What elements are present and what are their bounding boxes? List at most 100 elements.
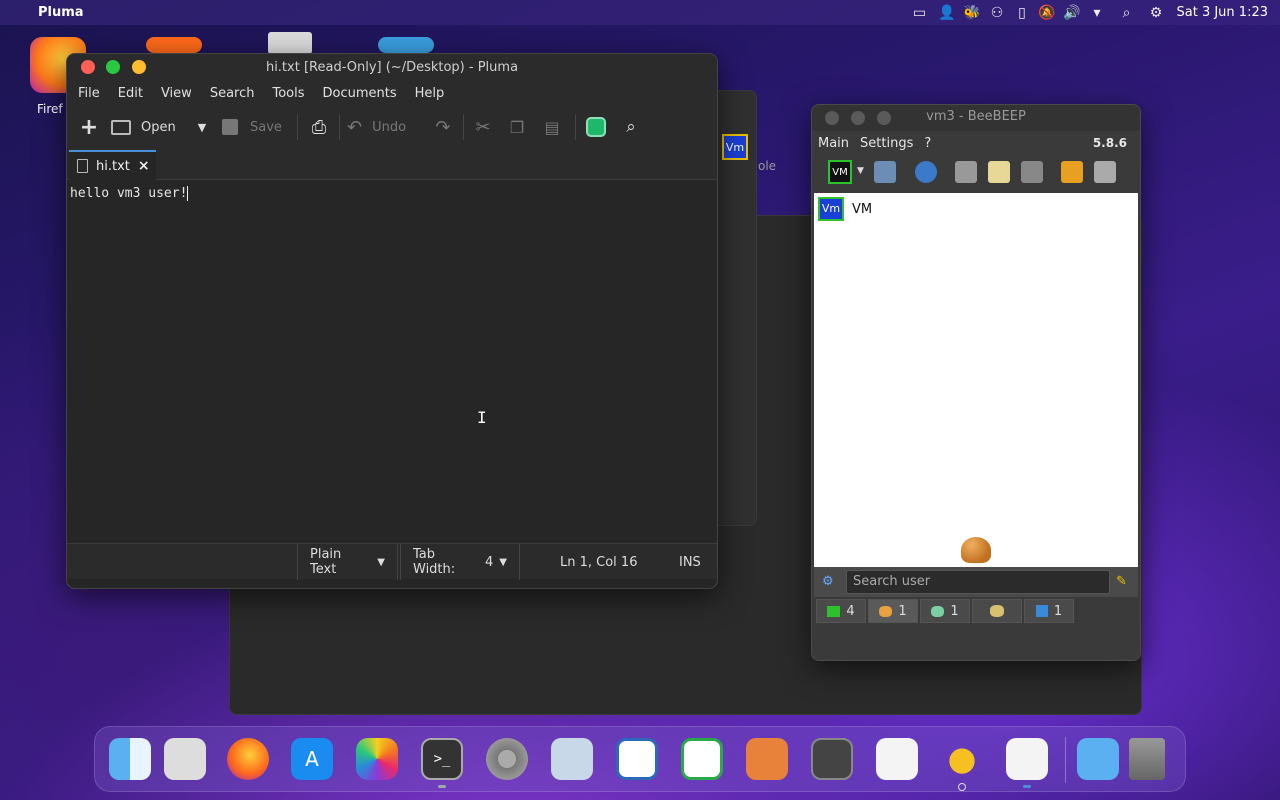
message-icon[interactable]: [955, 161, 977, 183]
tab-chats[interactable]: 4: [816, 599, 866, 623]
desktop-app-icon[interactable]: [146, 37, 202, 53]
document-desktop-icon[interactable]: [268, 32, 312, 54]
clock[interactable]: Sat 3 Jun 1:23: [1177, 5, 1269, 20]
list-item[interactable]: Vm VM: [818, 197, 872, 221]
profile-edit-icon[interactable]: [874, 161, 896, 183]
menu-search[interactable]: Search: [201, 86, 264, 101]
pluma-titlebar[interactable]: hi.txt [Read-Only] (~/Desktop) - Pluma: [67, 54, 717, 80]
save-button[interactable]: Save: [222, 106, 290, 148]
tab-width-selector[interactable]: Tab Width: 4 ▼: [400, 544, 520, 580]
control-center-icon[interactable]: ⚙: [1144, 5, 1169, 21]
clear-search-icon[interactable]: ✎: [1116, 574, 1127, 589]
minimize-button[interactable]: [851, 111, 865, 125]
user-icon[interactable]: 👤: [935, 5, 960, 21]
new-document-button[interactable]: +: [75, 106, 103, 148]
print-button[interactable]: ⎙: [305, 106, 333, 148]
firefox-icon[interactable]: [227, 738, 269, 780]
image-capture-icon[interactable]: [551, 738, 593, 780]
maximize-button[interactable]: [132, 60, 146, 74]
beebeep-toolbar: VM ▼: [812, 155, 1140, 191]
copy-icon[interactable]: ❐: [503, 106, 531, 148]
search-icon[interactable]: ⌕: [1110, 5, 1144, 21]
text-edit-icon[interactable]: [876, 738, 918, 780]
menu-edit[interactable]: Edit: [109, 86, 152, 101]
tab-hi-txt[interactable]: hi.txt ×: [69, 150, 156, 180]
preview-icon[interactable]: [746, 738, 788, 780]
notifications-muted-icon[interactable]: 🔕: [1035, 5, 1060, 21]
open-dropdown-chevron-icon[interactable]: ▼: [191, 106, 213, 148]
pluma-window[interactable]: hi.txt [Read-Only] (~/Desktop) - Pluma F…: [66, 53, 718, 589]
running-indicator: [958, 783, 966, 791]
close-button[interactable]: [825, 111, 839, 125]
tab-width-value: 4: [485, 554, 494, 570]
battery-icon[interactable]: ▭: [905, 5, 935, 21]
compose-icon[interactable]: [988, 161, 1010, 183]
clipboard-icon[interactable]: ▯: [1010, 5, 1035, 21]
folder-icon: [111, 119, 131, 135]
pluma-dock-icon[interactable]: [1006, 738, 1048, 780]
users-group-icon: [961, 537, 991, 563]
menu-help[interactable]: ?: [918, 136, 936, 151]
account-icon[interactable]: ⚇: [985, 5, 1010, 21]
writer-icon[interactable]: [616, 738, 658, 780]
photos-icon[interactable]: [356, 738, 398, 780]
terminal-icon[interactable]: >_: [421, 738, 463, 780]
find-icon[interactable]: [582, 106, 610, 148]
close-tab-icon[interactable]: ×: [138, 158, 150, 174]
file-transfer-icon[interactable]: [1061, 161, 1083, 183]
minimize-button[interactable]: [106, 60, 120, 74]
redo-button[interactable]: ↷: [429, 106, 457, 148]
beebeep-dock-icon[interactable]: [941, 738, 983, 780]
tab-file-sharing[interactable]: 1: [1024, 599, 1074, 623]
chevron-down-icon[interactable]: ▾: [1085, 5, 1110, 21]
menu-view[interactable]: View: [152, 86, 201, 101]
status-chevron-down-icon[interactable]: ▼: [857, 166, 864, 176]
undo-button[interactable]: ↶ Undo: [347, 106, 419, 148]
toolbar-separator: [339, 114, 340, 140]
downloads-folder-icon[interactable]: [1077, 738, 1119, 780]
network-icon[interactable]: [1021, 161, 1043, 183]
background-window-avatar: Vm: [722, 134, 748, 160]
language-selector[interactable]: Plain Text ▼: [297, 544, 398, 580]
tab-users[interactable]: 1: [868, 599, 918, 623]
spreadsheet-icon[interactable]: [681, 738, 723, 780]
beebeep-tray-icon[interactable]: 🐝: [960, 5, 985, 21]
tab-count: 4: [846, 603, 855, 619]
close-button[interactable]: [81, 60, 95, 74]
menu-main[interactable]: Main: [812, 136, 854, 151]
file-share-icon: [1035, 605, 1048, 617]
desktop-app-icon-2[interactable]: [378, 37, 434, 53]
menu-documents[interactable]: Documents: [314, 86, 406, 101]
active-app-name[interactable]: Pluma: [38, 5, 84, 20]
volume-icon[interactable]: 🔊: [1060, 5, 1085, 21]
tape-icon[interactable]: [811, 738, 853, 780]
app-store-icon[interactable]: A: [291, 738, 333, 780]
beebeep-tabs: 4 1 1 1: [814, 599, 1138, 625]
menu-settings[interactable]: Settings: [854, 136, 918, 151]
beebeep-window[interactable]: vm3 - BeeBEEP Main Settings ? 5.8.6 VM ▼…: [811, 104, 1141, 661]
menu-help[interactable]: Help: [406, 86, 454, 101]
find-replace-icon[interactable]: ⌕: [617, 106, 645, 148]
maximize-button[interactable]: [877, 111, 891, 125]
paste-icon[interactable]: ▤: [537, 106, 567, 148]
broadcast-icon[interactable]: [915, 161, 937, 183]
text-editor[interactable]: hello vm3 user! I: [67, 182, 717, 542]
launchpad-icon[interactable]: [164, 738, 206, 780]
groups-icon: [931, 605, 945, 617]
network-icon: [990, 605, 1004, 617]
finder-icon[interactable]: [109, 738, 151, 780]
folder-icon[interactable]: [1094, 161, 1116, 183]
search-user-input[interactable]: Search user: [846, 570, 1110, 594]
menu-tools[interactable]: Tools: [263, 86, 313, 101]
firefox-desktop-label: Firef: [37, 102, 63, 116]
cut-icon[interactable]: ✂: [469, 106, 497, 148]
system-settings-icon[interactable]: [486, 738, 528, 780]
menu-file[interactable]: File: [69, 86, 109, 101]
open-button[interactable]: Open: [111, 106, 191, 148]
tab-network[interactable]: [972, 599, 1022, 623]
trash-icon[interactable]: [1129, 738, 1165, 780]
beebeep-titlebar[interactable]: vm3 - BeeBEEP: [812, 105, 1140, 131]
search-options-icon[interactable]: ⚙: [822, 574, 834, 589]
status-avatar[interactable]: VM: [828, 160, 852, 184]
tab-groups[interactable]: 1: [920, 599, 970, 623]
